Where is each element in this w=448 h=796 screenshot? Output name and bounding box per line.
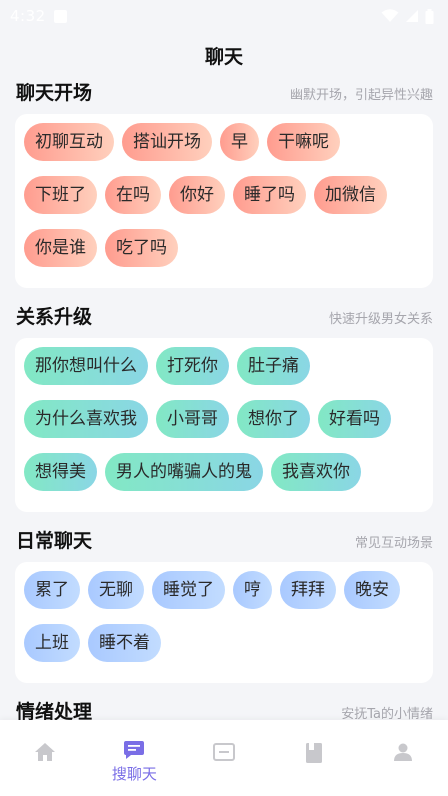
topic-tag[interactable]: 我喜欢你 [271,453,361,491]
topic-tag[interactable]: 哼 [233,571,272,609]
topic-tag[interactable]: 想你了 [237,400,310,438]
section-subtitle: 常见互动场景 [354,536,433,551]
wifi-icon [381,9,399,22]
topic-tag[interactable]: 小哥哥 [156,400,229,438]
section-title: 日常聊天 [16,530,93,552]
status-right [381,8,434,24]
book-icon [304,742,324,764]
section-title: 关系升级 [16,306,93,328]
tab-label: 搜聊天 [111,765,157,783]
chat-bubble-icon [123,739,145,761]
topic-tag[interactable]: 搭讪开场 [122,123,212,161]
signal-icon [406,10,418,22]
topic-tag[interactable]: 你好 [169,176,225,214]
battery-icon [425,8,434,24]
topic-tag[interactable]: 累了 [24,571,80,609]
card-icon [212,742,236,762]
topic-tag[interactable]: 那你想叫什么 [24,347,148,385]
topic-tag[interactable]: 晚安 [344,571,400,609]
topic-tag[interactable]: 干嘛呢 [267,123,340,161]
home-icon [34,742,56,762]
section-header: 情绪处理 安抚Ta的小情绪 [15,697,433,720]
section-3: 日常聊天 常见互动场景累了 无聊 睡觉了哼拜拜 晚安上班 睡不着 [0,526,448,683]
person-icon [393,742,413,762]
topic-tag[interactable]: 下班了 [24,176,97,214]
status-time: 4:32 [10,7,46,25]
section-header: 聊天开场 幽默开场，引起异性兴趣 [15,78,433,110]
topic-tag[interactable]: 无聊 [88,571,144,609]
section-subtitle: 快速升级男女关系 [328,312,433,327]
topic-tag[interactable]: 加微信 [314,176,387,214]
tab-book[interactable] [279,742,349,764]
status-left: 4:32 [10,7,67,25]
notification-icon [53,9,67,23]
topic-tag[interactable]: 睡觉了 [152,571,225,609]
section-subtitle: 安抚Ta的小情绪 [341,707,433,720]
topic-tag[interactable]: 初聊互动 [24,123,114,161]
topic-tag[interactable]: 想得美 [24,453,97,491]
section-subtitle: 幽默开场，引起异性兴趣 [289,88,433,103]
page-title: 聊天 [204,46,243,68]
tag-card: 初聊互动 搭讪开场早干嘛呢下班了 在吗 你好 睡了吗 加微信你是谁 吃了吗 [15,114,433,288]
section-header: 日常聊天 常见互动场景 [15,526,433,558]
tag-card: 那你想叫什么 打死你 肚子痛为什么喜欢我 小哥哥 想你了 好看吗想得美 男人的嘴骗人的鬼 我喜… [15,338,433,512]
topic-tag[interactable]: 吃了吗 [105,229,178,267]
section-title: 情绪处理 [16,701,93,720]
topic-tag[interactable]: 早 [220,123,259,161]
section-header: 关系升级 快速升级男女关系 [15,302,433,334]
content-scroll[interactable]: 聊天开场 幽默开场，引起异性兴趣初聊互动 搭讪开场早干嘛呢下班了 在吗 你好 睡了吗 加微信… [0,78,448,720]
topic-tag[interactable]: 拜拜 [280,571,336,609]
topic-tag[interactable]: 睡不着 [88,624,161,662]
tab-search-chat[interactable]: 搜聊天 [99,739,169,784]
tab-profile[interactable] [368,742,438,762]
section-title: 聊天开场 [16,82,93,104]
section-2: 关系升级 快速升级男女关系那你想叫什么 打死你 肚子痛为什么喜欢我 小哥哥 想你了 好看吗想… [0,302,448,512]
topic-tag[interactable]: 打死你 [156,347,229,385]
topic-tag[interactable]: 男人的嘴骗人的鬼 [105,453,263,491]
topic-tag[interactable]: 在吗 [105,176,161,214]
topic-tag[interactable]: 你是谁 [24,229,97,267]
topic-tag[interactable]: 为什么喜欢我 [24,400,148,438]
topic-tag[interactable]: 上班 [24,624,80,662]
section-1: 聊天开场 幽默开场，引起异性兴趣初聊互动 搭讪开场早干嘛呢下班了 在吗 你好 睡了吗 加微信… [0,78,448,288]
section-4: 情绪处理安抚Ta的小情绪感冒了你说呢心情不好吃女生 [0,697,448,720]
status-bar: 4:32 [0,0,448,32]
tab-bar: 搜聊天 [0,720,448,796]
topic-tag[interactable]: 好看吗 [318,400,391,438]
topic-tag[interactable]: 睡了吗 [233,176,306,214]
topic-tag[interactable]: 肚子痛 [237,347,310,385]
tag-card: 累了 无聊 睡觉了哼拜拜 晚安上班 睡不着 [15,562,433,683]
tab-card[interactable] [189,742,259,762]
tab-home[interactable] [10,742,80,762]
